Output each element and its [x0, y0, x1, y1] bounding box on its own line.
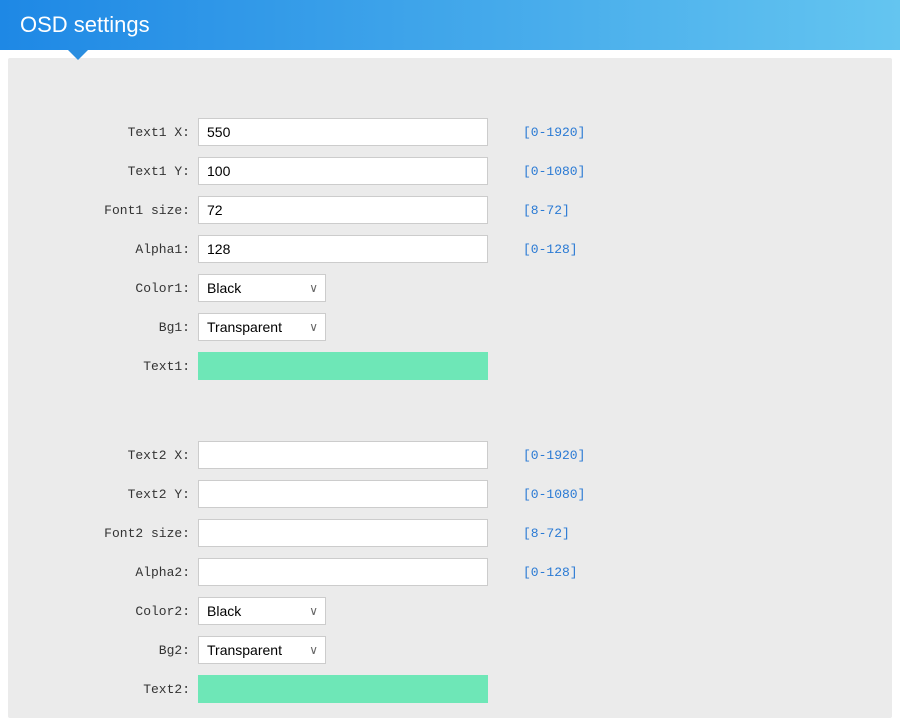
row-alpha2: Alpha2: [0-128] [28, 558, 872, 586]
row-alpha1: Alpha1: [0-128] [28, 235, 872, 263]
select-color2[interactable]: Black [198, 597, 326, 625]
hint-text2-x: [0-1920] [523, 448, 585, 463]
label-text1-y: Text1 Y: [28, 164, 198, 179]
input-font2-size[interactable] [198, 519, 488, 547]
input-font1-size[interactable] [198, 196, 488, 224]
hint-text1-y: [0-1080] [523, 164, 585, 179]
row-font1-size: Font1 size: [8-72] [28, 196, 872, 224]
content-panel: Text1 X: [0-1920] Text1 Y: [0-1080] Font… [8, 58, 892, 718]
label-bg1: Bg1: [28, 320, 198, 335]
label-text2-x: Text2 X: [28, 448, 198, 463]
hint-text1-x: [0-1920] [523, 125, 585, 140]
input-text1-x[interactable] [198, 118, 488, 146]
label-text2: Text2: [28, 682, 198, 697]
header-arrow-icon [68, 50, 88, 60]
select-bg1[interactable]: Transparent [198, 313, 326, 341]
page-header: OSD settings [0, 0, 900, 50]
input-text1[interactable] [198, 352, 488, 380]
select-bg2[interactable]: Transparent [198, 636, 326, 664]
row-bg1: Bg1: Transparent ∨ [28, 313, 872, 341]
section-divider [28, 391, 872, 441]
row-color1: Color1: Black ∨ [28, 274, 872, 302]
page-title: OSD settings [20, 12, 150, 37]
label-text1-x: Text1 X: [28, 125, 198, 140]
row-text2: Text2: [28, 675, 872, 703]
row-text1-y: Text1 Y: [0-1080] [28, 157, 872, 185]
input-alpha1[interactable] [198, 235, 488, 263]
row-text2-y: Text2 Y: [0-1080] [28, 480, 872, 508]
hint-font1-size: [8-72] [523, 203, 570, 218]
input-text2-x[interactable] [198, 441, 488, 469]
label-color2: Color2: [28, 604, 198, 619]
label-alpha1: Alpha1: [28, 242, 198, 257]
row-text2-x: Text2 X: [0-1920] [28, 441, 872, 469]
input-text1-y[interactable] [198, 157, 488, 185]
hint-alpha2: [0-128] [523, 565, 578, 580]
label-font1-size: Font1 size: [28, 203, 198, 218]
label-alpha2: Alpha2: [28, 565, 198, 580]
label-text2-y: Text2 Y: [28, 487, 198, 502]
input-text2[interactable] [198, 675, 488, 703]
input-text2-y[interactable] [198, 480, 488, 508]
row-text1: Text1: [28, 352, 872, 380]
select-color1[interactable]: Black [198, 274, 326, 302]
row-font2-size: Font2 size: [8-72] [28, 519, 872, 547]
row-text1-x: Text1 X: [0-1920] [28, 118, 872, 146]
hint-text2-y: [0-1080] [523, 487, 585, 502]
label-color1: Color1: [28, 281, 198, 296]
row-color2: Color2: Black ∨ [28, 597, 872, 625]
hint-alpha1: [0-128] [523, 242, 578, 257]
label-bg2: Bg2: [28, 643, 198, 658]
label-font2-size: Font2 size: [28, 526, 198, 541]
input-alpha2[interactable] [198, 558, 488, 586]
row-bg2: Bg2: Transparent ∨ [28, 636, 872, 664]
label-text1: Text1: [28, 359, 198, 374]
hint-font2-size: [8-72] [523, 526, 570, 541]
